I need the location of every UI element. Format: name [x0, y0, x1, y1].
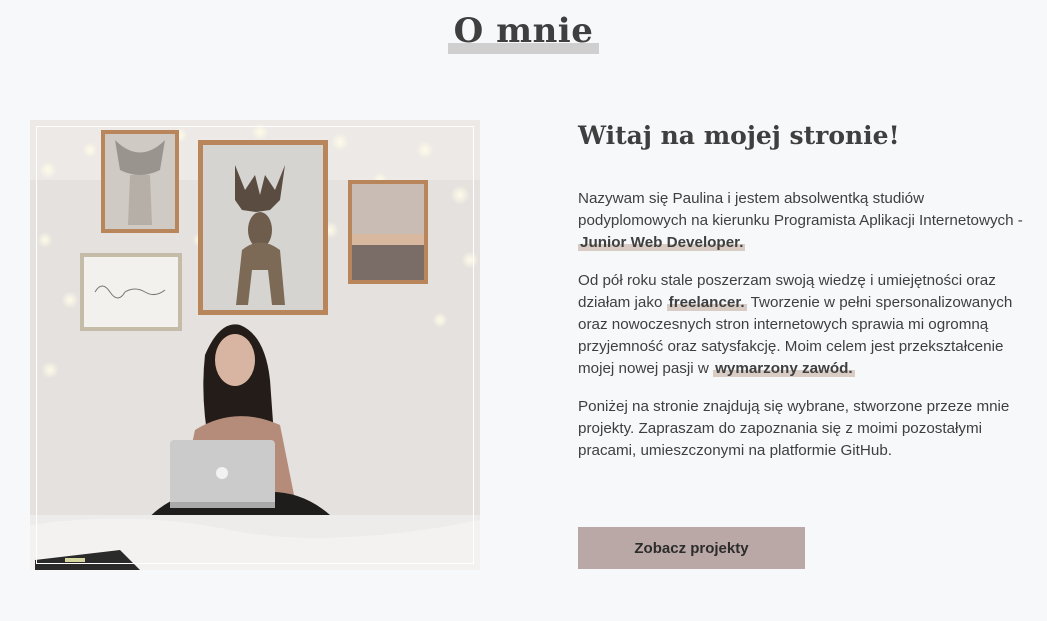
- about-paragraph-3: Poniżej na stronie znajdują się wybrane,…: [578, 398, 1010, 459]
- profile-photo: [30, 120, 480, 570]
- profile-photo-illustration: [30, 120, 480, 570]
- about-paragraph-1: Nazywam się Paulina i jestem absolwentką…: [578, 188, 1030, 254]
- frame-hands: [101, 130, 179, 233]
- about-content: Witaj na mojej stronie! Nazywam się Paul…: [578, 118, 1030, 478]
- frame-sunset: [348, 180, 428, 284]
- highlight-freelancer: freelancer.: [666, 294, 747, 311]
- frame-script: [80, 253, 182, 331]
- highlight-dream-job: wymarzony zawód.: [713, 360, 855, 377]
- p1-text: Nazywam się Paulina i jestem absolwentką…: [578, 190, 1023, 229]
- highlight-junior-web-developer: Junior Web Developer.: [578, 234, 746, 251]
- frame-deer: [198, 140, 328, 315]
- see-projects-button[interactable]: Zobacz projekty: [578, 527, 805, 569]
- section-header: O mnie: [0, 8, 1047, 54]
- section-title: O mnie: [447, 8, 600, 54]
- section-title-text: O mnie: [453, 11, 594, 51]
- about-heading: Witaj na mojej stronie!: [578, 121, 900, 150]
- about-paragraph-2: Od pół roku stale poszerzam swoją wiedzę…: [578, 270, 1030, 380]
